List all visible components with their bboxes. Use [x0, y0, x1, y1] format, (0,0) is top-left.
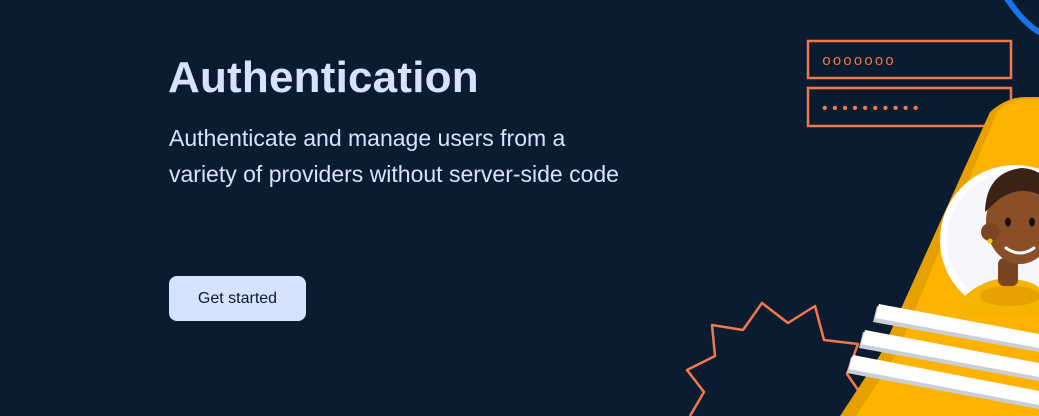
hero-description: Authenticate and manage users from a var… — [169, 125, 619, 187]
authentication-illustration: ooooooo •••••••••• — [685, 0, 1039, 416]
page-title: Authentication — [168, 53, 479, 102]
gear-outline-icon — [685, 301, 867, 416]
username-field-value: ooooooo — [822, 53, 896, 70]
password-field-value: •••••••••• — [820, 100, 921, 118]
blue-ring-arc — [1004, 0, 1039, 35]
get-started-button[interactable]: Get started — [169, 276, 306, 321]
authentication-hero: Authentication Authenticate and manage u… — [0, 0, 1039, 416]
